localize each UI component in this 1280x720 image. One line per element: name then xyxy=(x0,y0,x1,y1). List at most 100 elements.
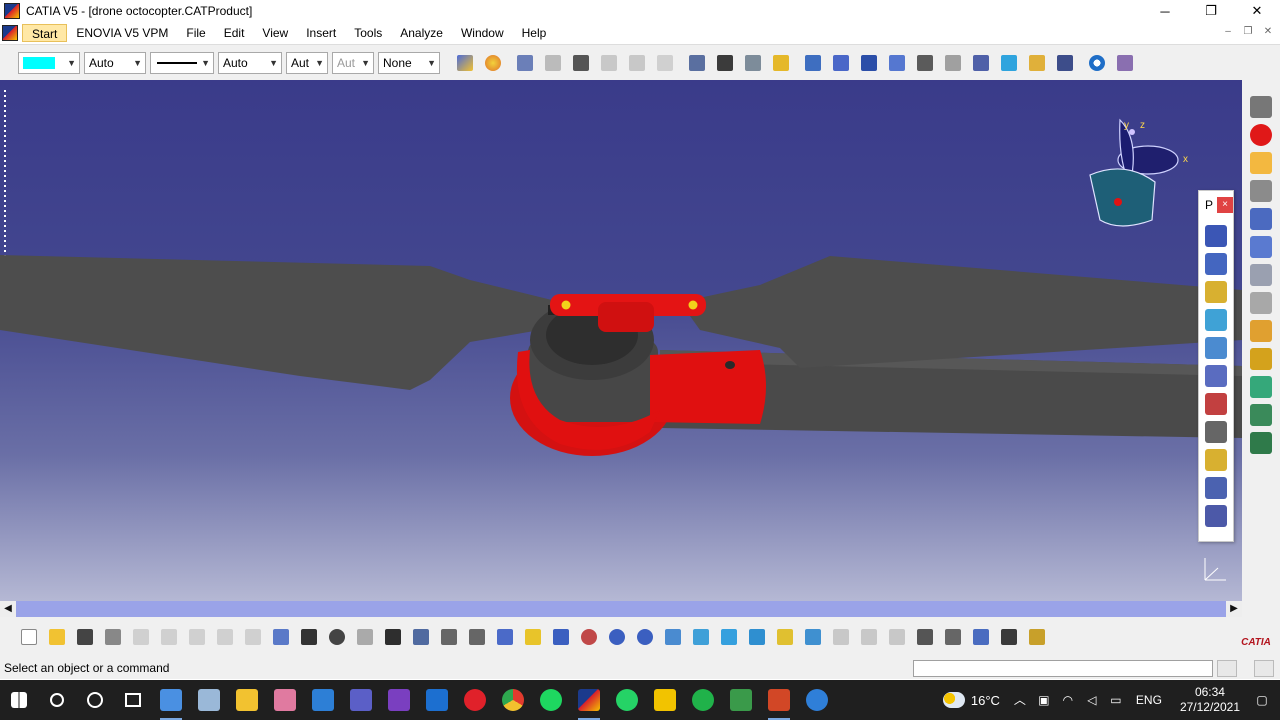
thickness-select[interactable]: Auto ▼ xyxy=(218,51,282,74)
new-part-icon[interactable] xyxy=(1205,281,1227,303)
gear-icon[interactable] xyxy=(1054,52,1076,74)
painter-icon[interactable] xyxy=(454,52,476,74)
scroll-left-arrow[interactable]: ◀ xyxy=(0,601,16,617)
hide-show-icon[interactable] xyxy=(998,52,1020,74)
taskbar-app-whatsapp[interactable] xyxy=(608,680,646,720)
cut-icon[interactable] xyxy=(130,626,152,648)
search-button[interactable] xyxy=(38,680,76,720)
fly-mode-icon[interactable] xyxy=(686,52,708,74)
existing-component-icon[interactable] xyxy=(1205,309,1227,331)
tree-expand-icon[interactable] xyxy=(1250,432,1272,454)
new-component-icon[interactable] xyxy=(1205,225,1227,247)
measure-inertia-icon[interactable] xyxy=(1026,626,1048,648)
zoom-in-icon[interactable] xyxy=(830,52,852,74)
part-icon[interactable] xyxy=(1250,376,1272,398)
clash-icon[interactable] xyxy=(830,626,852,648)
chevron-up-icon[interactable]: ︿ xyxy=(1012,692,1028,708)
copy-icon[interactable] xyxy=(158,626,180,648)
taskbar-app-15[interactable] xyxy=(722,680,760,720)
document-icon[interactable] xyxy=(2,25,18,41)
knowledge-pin-icon[interactable] xyxy=(354,626,376,648)
doc-close-button[interactable]: ✕ xyxy=(1260,24,1276,40)
layer-select[interactable]: Aut ▼ xyxy=(286,51,328,74)
normal-view-icon[interactable] xyxy=(886,52,908,74)
taskbar-app-help[interactable] xyxy=(798,680,836,720)
multi-view-icon[interactable] xyxy=(914,52,936,74)
taskbar-app-14[interactable] xyxy=(684,680,722,720)
fit-all-in-icon[interactable] xyxy=(522,626,544,648)
paste-icon[interactable] xyxy=(186,626,208,648)
taskbar-app-11[interactable] xyxy=(532,680,570,720)
doc-minimize-button[interactable]: – xyxy=(1220,24,1236,40)
multi-instantiation-icon[interactable] xyxy=(1205,477,1227,499)
floating-toolbar-close-button[interactable]: × xyxy=(1217,197,1233,213)
taskbar-app-catia[interactable] xyxy=(570,680,608,720)
menu-help[interactable]: Help xyxy=(513,24,556,42)
minimize-button[interactable]: ─ xyxy=(1142,0,1188,22)
rule-icon[interactable] xyxy=(598,52,620,74)
taskbar-app-13[interactable] xyxy=(646,680,684,720)
new-product-icon[interactable] xyxy=(1205,253,1227,275)
update-icon[interactable] xyxy=(466,626,488,648)
taskbar-app-9[interactable] xyxy=(456,680,494,720)
zoom-in-bottom-icon[interactable] xyxy=(606,626,628,648)
taskbar-app-3[interactable] xyxy=(228,680,266,720)
settings-gear-icon[interactable] xyxy=(1250,96,1272,118)
start-button[interactable] xyxy=(0,680,38,720)
formula-fx-icon[interactable] xyxy=(298,626,320,648)
catalog-browser-icon[interactable] xyxy=(1114,52,1136,74)
hide-show-bottom-icon[interactable] xyxy=(774,626,796,648)
product-icon[interactable] xyxy=(1250,348,1272,370)
weather-temperature[interactable]: 16°C xyxy=(971,693,1000,708)
annotation-icon[interactable] xyxy=(1250,236,1272,258)
pan-icon[interactable] xyxy=(770,52,792,74)
generate-numbering-icon[interactable] xyxy=(1205,393,1227,415)
menu-enovia[interactable]: ENOVIA V5 VPM xyxy=(67,24,177,42)
sectioning-icon[interactable] xyxy=(942,626,964,648)
explode-icon[interactable] xyxy=(858,626,880,648)
quick-view-icon[interactable] xyxy=(942,52,964,74)
constraint-icon[interactable] xyxy=(410,626,432,648)
view-mode-icon[interactable] xyxy=(970,52,992,74)
zoom-out-bottom-icon[interactable] xyxy=(634,626,656,648)
volume-icon[interactable]: ◁ xyxy=(1084,692,1100,708)
new-icon[interactable] xyxy=(18,626,40,648)
fast-multi-instantiation-icon[interactable] xyxy=(1205,505,1227,527)
comment-icon[interactable] xyxy=(326,626,348,648)
help-icon[interactable] xyxy=(270,626,292,648)
manipulate-icon[interactable] xyxy=(1250,180,1272,202)
print-icon[interactable] xyxy=(102,626,124,648)
weather-icon[interactable] xyxy=(942,692,965,708)
menu-window[interactable]: Window xyxy=(452,24,513,42)
horizontal-scrollbar[interactable]: ◀ ▶ xyxy=(0,601,1242,617)
reaction-icon[interactable] xyxy=(654,52,676,74)
material-icon[interactable] xyxy=(482,52,504,74)
color-select[interactable]: ▼ xyxy=(18,51,80,74)
status-button-2[interactable] xyxy=(1254,660,1274,677)
taskbar-app-10[interactable] xyxy=(494,680,532,720)
pan-move-icon[interactable] xyxy=(550,626,572,648)
battery-icon[interactable]: ▭ xyxy=(1108,692,1124,708)
manage-representations-icon[interactable] xyxy=(1205,449,1227,471)
swap-space-icon[interactable] xyxy=(1026,52,1048,74)
plane-icon[interactable] xyxy=(1250,320,1272,342)
shading-icon[interactable] xyxy=(746,626,768,648)
iso-view-icon[interactable] xyxy=(718,626,740,648)
menu-view[interactable]: View xyxy=(253,24,297,42)
taskbar-app-6[interactable] xyxy=(342,680,380,720)
fit-all-icon[interactable] xyxy=(742,52,764,74)
clock[interactable]: 06:34 27/12/2021 xyxy=(1180,685,1240,715)
menu-analyze[interactable]: Analyze xyxy=(391,24,452,42)
web-icon[interactable] xyxy=(1086,52,1108,74)
network-device-icon[interactable]: ▣ xyxy=(1036,692,1052,708)
maximize-button[interactable]: ❐ xyxy=(1188,0,1234,22)
save-icon[interactable] xyxy=(74,626,96,648)
menu-start[interactable]: Start xyxy=(22,24,68,42)
replace-component-icon[interactable] xyxy=(1205,337,1227,359)
measure-icon[interactable] xyxy=(1250,264,1272,286)
measure-item-icon[interactable] xyxy=(998,626,1020,648)
taskbar-app-powerpoint[interactable] xyxy=(760,680,798,720)
power-input-field[interactable] xyxy=(913,660,1213,677)
sketch-icon[interactable] xyxy=(1250,292,1272,314)
task-view-button[interactable] xyxy=(114,680,152,720)
